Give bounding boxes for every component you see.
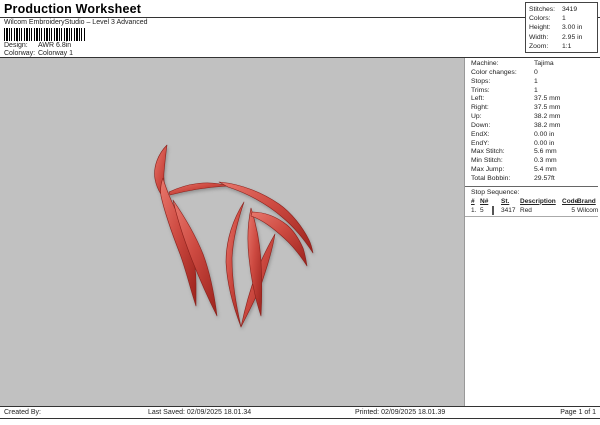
worksheet-header: Production Worksheet Wilcom EmbroiderySt… xyxy=(0,0,600,58)
info-value: 1 xyxy=(534,86,538,94)
barcode-icon xyxy=(4,28,86,41)
stop-sequence-table: # N# St. Description Code Brand 1. 5 341… xyxy=(471,197,598,215)
col-header-st: St. xyxy=(501,197,510,205)
machine-info-list: Machine: Tajima Color changes: 0 Stops: 1 T… xyxy=(471,60,598,184)
page-title: Production Worksheet xyxy=(4,2,142,16)
stat-value: 3419 xyxy=(562,6,578,13)
last-saved-label: Last Saved: 02/09/2025 18.01.34 xyxy=(148,409,252,416)
info-label: Trims: xyxy=(471,86,490,94)
info-value: 38.2 mm xyxy=(534,121,561,129)
info-label: Left: xyxy=(471,95,485,103)
cell-needle: 5 xyxy=(480,206,484,214)
colorway-value: Colorway 1 xyxy=(38,50,74,57)
info-label: Stops: xyxy=(471,77,491,85)
col-header-needle: N# xyxy=(480,197,489,205)
stat-value: 1 xyxy=(562,15,566,23)
info-value: 29.57ft xyxy=(534,174,555,182)
stat-label: Colors: xyxy=(529,15,551,23)
info-label: Max Jump: xyxy=(471,166,505,174)
stat-label: Width: xyxy=(529,33,549,41)
stop-sequence-title: Stop Sequence: xyxy=(471,188,520,196)
cell-description: Red xyxy=(520,206,532,214)
info-label: Down: xyxy=(471,121,491,129)
thread-color-swatch xyxy=(492,205,501,215)
title-divider xyxy=(0,17,600,18)
colorway-label: Colorway: xyxy=(4,50,36,57)
info-label: Machine: xyxy=(471,60,499,67)
info-label: Min Stitch: xyxy=(471,157,503,165)
col-header-description: Description xyxy=(520,197,556,205)
info-value: 0.00 in xyxy=(534,130,555,138)
info-label: Up: xyxy=(471,113,482,121)
swatch-icon xyxy=(492,205,494,215)
col-header-spacer xyxy=(492,197,501,206)
info-label: Total Bobbin: xyxy=(471,174,511,182)
info-label: Max Stitch: xyxy=(471,148,505,156)
col-header-code: Code xyxy=(562,197,579,205)
cell-st: 3417 xyxy=(501,206,516,214)
info-value: 0 xyxy=(534,68,538,76)
design-row: Design: AWR 6.8in xyxy=(4,42,71,49)
col-header-num: # xyxy=(471,197,475,205)
design-stats-box: Stitches: 3419 Colors: 1 Height: 3.00 in Wi… xyxy=(525,2,598,53)
col-header-brand: Brand xyxy=(577,197,596,205)
info-label: Color changes: xyxy=(471,68,517,76)
machine-info-panel: Machine: Tajima Color changes: 0 Stops: 1 T… xyxy=(464,58,600,406)
info-value: 37.5 mm xyxy=(534,104,561,112)
cell-brand: Wilcom xyxy=(577,206,599,214)
info-value: Tajima xyxy=(534,60,554,67)
info-value: 5.4 mm xyxy=(534,166,557,174)
printed-label: Printed: 02/09/2025 18.01.39 xyxy=(355,409,446,416)
worksheet-footer: Created By: Last Saved: 02/09/2025 18.01… xyxy=(0,406,600,425)
info-value: 37.5 mm xyxy=(534,95,561,103)
stop-sequence-divider xyxy=(465,185,598,187)
info-value: 0.3 mm xyxy=(534,157,557,165)
cell-num: 1. xyxy=(471,206,477,214)
table-bottom-divider xyxy=(465,215,598,217)
stat-value: 3.00 in xyxy=(562,24,583,32)
top-sweep-left xyxy=(168,182,229,196)
footer-bottom-divider xyxy=(0,418,600,419)
info-value: 0.00 in xyxy=(534,139,555,147)
design-label: Design: xyxy=(4,42,28,49)
center-stroke xyxy=(225,201,245,328)
info-label: Right: xyxy=(471,104,489,112)
info-value: 38.2 mm xyxy=(534,113,561,121)
stat-label: Zoom: xyxy=(529,42,549,50)
design-canvas xyxy=(0,58,464,406)
colorway-row: Colorway: Colorway 1 xyxy=(4,50,73,57)
info-value: 1 xyxy=(534,77,538,85)
software-subtitle: Wilcom EmbroideryStudio – Level 3 Advanc… xyxy=(4,19,148,26)
embroidery-design-tribal-w xyxy=(154,144,314,328)
design-value: AWR 6.8in xyxy=(38,42,72,49)
stat-label: Height: xyxy=(529,24,551,32)
info-label: EndY: xyxy=(471,139,490,147)
page-number: Page 1 of 1 xyxy=(560,409,596,416)
stat-value: 2.95 in xyxy=(562,33,583,41)
info-value: 5.6 mm xyxy=(534,148,557,156)
cell-code: 5 xyxy=(571,206,575,214)
created-by-label: Created By: xyxy=(4,409,41,416)
info-label: EndX: xyxy=(471,130,490,138)
stat-value: 1:1 xyxy=(562,42,572,50)
stat-label: Stitches: xyxy=(529,6,556,13)
